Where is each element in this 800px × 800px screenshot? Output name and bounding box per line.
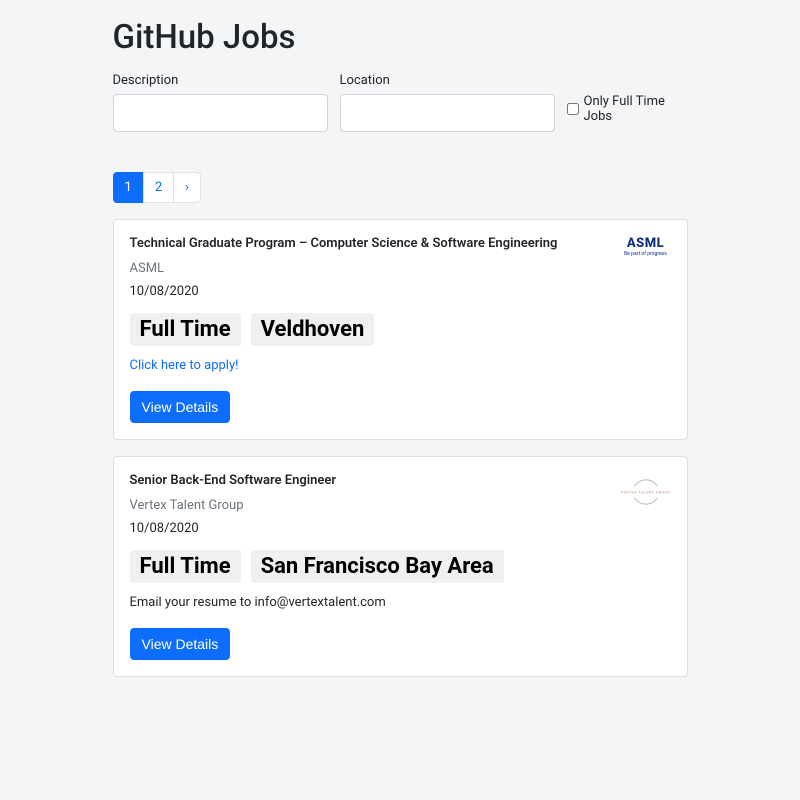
fulltime-checkbox-group: Only Full Time Jobs: [567, 94, 688, 124]
job-type-badge: Full Time: [130, 550, 241, 583]
job-location-badge: Veldhoven: [251, 313, 375, 346]
pagination: 1 2 ›: [113, 172, 688, 203]
job-title: Senior Back-End Software Engineer: [130, 473, 337, 488]
description-label: Description: [113, 73, 328, 88]
page-next[interactable]: ›: [173, 172, 201, 203]
description-input[interactable]: [113, 94, 328, 132]
location-label: Location: [340, 73, 555, 88]
view-details-button[interactable]: View Details: [130, 628, 231, 660]
description-group: Description: [113, 73, 328, 132]
apply-section: Email your resume to info@vertextalent.c…: [130, 595, 671, 610]
page-1[interactable]: 1: [113, 172, 144, 203]
job-badges: Full Time Veldhoven: [130, 313, 671, 346]
job-badges: Full Time San Francisco Bay Area: [130, 550, 671, 583]
job-date: 10/08/2020: [130, 284, 558, 299]
company-logo: ASML Be part of progress: [621, 236, 671, 257]
view-details-button[interactable]: View Details: [130, 391, 231, 423]
apply-section: Click here to apply!: [130, 358, 671, 373]
vertex-logo-text: VERTEX TALENT GROUP: [621, 490, 670, 495]
job-card: Technical Graduate Program – Computer Sc…: [113, 219, 688, 440]
page-2[interactable]: 2: [143, 172, 174, 203]
apply-link[interactable]: Click here to apply!: [130, 358, 239, 373]
asml-logo-sub: Be part of progress: [621, 251, 671, 257]
app-container: GitHub Jobs Description Location Only Fu…: [113, 0, 688, 677]
job-company: Vertex Talent Group: [130, 498, 337, 513]
fulltime-checkbox[interactable]: [567, 103, 579, 115]
job-location-badge: San Francisco Bay Area: [251, 550, 504, 583]
job-title: Technical Graduate Program – Computer Sc…: [130, 236, 558, 251]
job-type-badge: Full Time: [130, 313, 241, 346]
company-logo: VERTEX TALENT GROUP: [621, 473, 671, 511]
location-input[interactable]: [340, 94, 555, 132]
job-company: ASML: [130, 261, 558, 276]
search-form: Description Location Only Full Time Jobs: [113, 73, 688, 132]
job-card: Senior Back-End Software Engineer Vertex…: [113, 456, 688, 677]
fulltime-label: Only Full Time Jobs: [584, 94, 688, 124]
page-title: GitHub Jobs: [113, 18, 688, 57]
job-date: 10/08/2020: [130, 521, 337, 536]
location-group: Location: [340, 73, 555, 132]
asml-logo-text: ASML: [621, 236, 671, 251]
